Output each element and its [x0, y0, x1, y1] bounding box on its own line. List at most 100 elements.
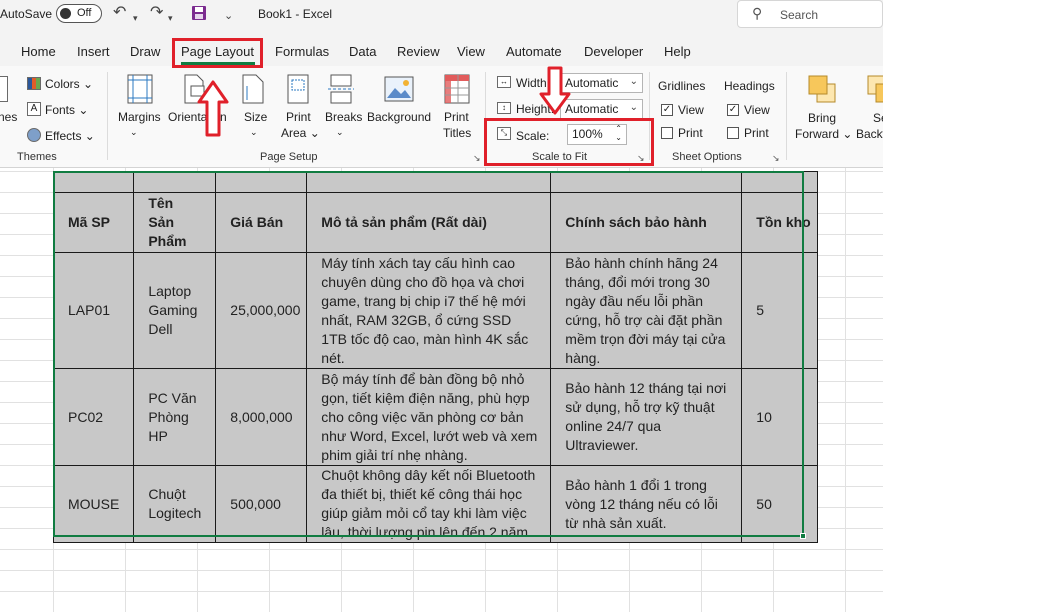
table-cell[interactable]: PC02 — [52, 368, 135, 466]
background-icon — [384, 76, 414, 102]
tab-developer[interactable]: Developer — [584, 44, 643, 59]
print-titles-button[interactable]: Titles — [443, 126, 471, 140]
print-area-label-1[interactable]: Print — [286, 110, 311, 124]
themes-button-label[interactable]: nes — [0, 110, 17, 124]
tab-draw[interactable]: Draw — [130, 44, 160, 59]
header-cell[interactable]: Giá Bán — [215, 192, 308, 253]
table-cell[interactable]: PC Văn Phòng HP — [133, 368, 217, 466]
scale-highlight — [484, 118, 654, 166]
table-row: MOUSE Chuột Logitech 500,000 Chuột không… — [52, 465, 819, 543]
customize-quick-access-icon[interactable]: ⌄ — [224, 6, 233, 26]
tab-automate[interactable]: Automate — [506, 44, 562, 59]
page-setup-launcher-icon[interactable]: ↘ — [473, 153, 481, 164]
table-cell[interactable]: Laptop Gaming Dell — [133, 252, 217, 369]
chevron-down-icon: ⌄ — [629, 102, 638, 113]
toggle-knob — [60, 8, 71, 19]
size-dropdown-icon: ⌄ — [250, 127, 258, 137]
send-backward-label-2[interactable]: Backw — [856, 127, 883, 141]
tab-review[interactable]: Review — [397, 44, 440, 59]
headings-view-label: View — [744, 103, 770, 117]
breaks-icon — [328, 74, 354, 104]
breaks-button[interactable]: Breaks — [325, 110, 362, 124]
table-cell[interactable]: Bảo hành 1 đổi 1 trong vòng 12 tháng nếu… — [550, 465, 743, 543]
autosave-toggle[interactable]: Off — [56, 4, 102, 23]
header-cell[interactable]: Tên Sản Phẩm — [133, 192, 217, 253]
height-select-value: Automatic — [565, 102, 619, 116]
headings-label: Headings — [724, 79, 775, 93]
header-cell[interactable]: Chính sách bảo hành — [550, 192, 743, 253]
tab-view[interactable]: View — [457, 44, 485, 59]
send-backward-label-1[interactable]: Se — [873, 111, 883, 125]
table-cell[interactable]: Bảo hành 12 tháng tại nơi sử dụng, hỗ tr… — [550, 368, 743, 466]
print-area-button[interactable]: Area ⌄ — [281, 126, 320, 140]
header-cell[interactable]: Mã SP — [52, 192, 135, 253]
product-table[interactable]: Mã SP Tên Sản Phẩm Giá Bán Mô tả sản phẩ… — [52, 171, 819, 543]
header-cell[interactable]: Tồn kho — [741, 192, 819, 253]
height-icon: ↕ — [497, 102, 511, 114]
size-button[interactable]: Size — [244, 110, 267, 124]
fonts-button[interactable]: Fonts ⌄ — [45, 103, 88, 117]
table-cell[interactable] — [133, 171, 217, 193]
background-button[interactable]: Background — [367, 110, 431, 124]
width-icon: ↔ — [497, 76, 511, 88]
table-cell[interactable]: Chuột không dây kết nối Bluetooth đa thi… — [306, 465, 552, 543]
width-select[interactable]: Automatic ⌄ — [560, 73, 643, 93]
tab-help[interactable]: Help — [664, 44, 691, 59]
table-cell[interactable]: 10 — [741, 368, 819, 466]
table-row: PC02 PC Văn Phòng HP 8,000,000 Bộ máy tí… — [52, 368, 819, 466]
table-cell[interactable]: Bộ máy tính để bàn đồng bộ nhỏ gọn, tiết… — [306, 368, 552, 466]
redo-dropdown-icon[interactable]: ▾ — [168, 8, 173, 28]
undo-icon[interactable]: ↶ — [113, 3, 126, 23]
table-cell[interactable] — [550, 171, 743, 193]
gridlines-view-checkbox[interactable]: ✓ — [661, 104, 673, 116]
table-cell[interactable]: Bảo hành chính hãng 24 tháng, đổi mới tr… — [550, 252, 743, 369]
tab-home[interactable]: Home — [21, 44, 56, 59]
table-cell[interactable]: MOUSE — [52, 465, 135, 543]
table-cell[interactable] — [306, 171, 552, 193]
table-cell[interactable] — [741, 171, 819, 193]
excel-screenshot: AutoSave Off ↶ ▾ ↷ ▾ ⌄ Book1 - Excel ⚲ S… — [0, 0, 1040, 612]
fill-handle[interactable] — [800, 533, 806, 539]
table-cell[interactable]: LAP01 — [52, 252, 135, 369]
height-select[interactable]: Automatic ⌄ — [560, 99, 643, 119]
bring-forward-button[interactable]: Forward ⌄ — [795, 127, 852, 141]
margins-button[interactable]: Margins — [118, 110, 161, 124]
tab-insert[interactable]: Insert — [77, 44, 110, 59]
effects-button[interactable]: Effects ⌄ — [45, 129, 95, 143]
themes-icon[interactable] — [0, 76, 8, 102]
table-cell[interactable] — [215, 171, 308, 193]
tab-data[interactable]: Data — [349, 44, 376, 59]
table-cell[interactable]: 50 — [741, 465, 819, 543]
table-cell[interactable]: 5 — [741, 252, 819, 369]
down-arrow-icon — [539, 66, 571, 115]
colors-button[interactable]: Colors ⌄ — [45, 77, 93, 91]
table-cell[interactable]: 8,000,000 — [215, 368, 308, 466]
headings-print-checkbox[interactable] — [727, 127, 739, 139]
bring-forward-label-1[interactable]: Bring — [808, 111, 836, 125]
workbook-title: Book1 - Excel — [258, 7, 333, 21]
gridlines-print-checkbox[interactable] — [661, 127, 673, 139]
search-box[interactable]: ⚲ Search — [737, 0, 883, 28]
gridlines-print-label: Print — [678, 126, 703, 140]
table-cell[interactable]: 500,000 — [215, 465, 308, 543]
sheet-options-launcher-icon[interactable]: ↘ — [772, 153, 780, 164]
tab-formulas[interactable]: Formulas — [275, 44, 329, 59]
colors-icon — [27, 77, 41, 90]
undo-dropdown-icon[interactable]: ▾ — [133, 8, 138, 28]
redo-icon[interactable]: ↷ — [150, 3, 163, 23]
width-select-value: Automatic — [565, 76, 619, 90]
headings-view-checkbox[interactable]: ✓ — [727, 104, 739, 116]
print-titles-label-1[interactable]: Print — [444, 110, 469, 124]
table-row: LAP01 Laptop Gaming Dell 25,000,000 Máy … — [52, 252, 819, 369]
table-cell[interactable]: 25,000,000 — [215, 252, 308, 369]
margins-icon — [127, 74, 153, 104]
table-cell[interactable]: Máy tính xách tay cấu hình cao chuyên dù… — [306, 252, 552, 369]
header-cell[interactable]: Mô tả sản phẩm (Rất dài) — [306, 192, 552, 253]
page-setup-group-label: Page Setup — [260, 151, 318, 163]
save-icon[interactable] — [191, 5, 207, 21]
table-cell[interactable]: Chuột Logitech — [133, 465, 217, 543]
autosave-label: AutoSave — [0, 7, 53, 21]
ribbon-tabs: Home Insert Draw Page Layout Formulas Da… — [0, 28, 883, 66]
margins-dropdown-icon: ⌄ — [130, 127, 138, 137]
table-cell[interactable] — [52, 171, 135, 193]
